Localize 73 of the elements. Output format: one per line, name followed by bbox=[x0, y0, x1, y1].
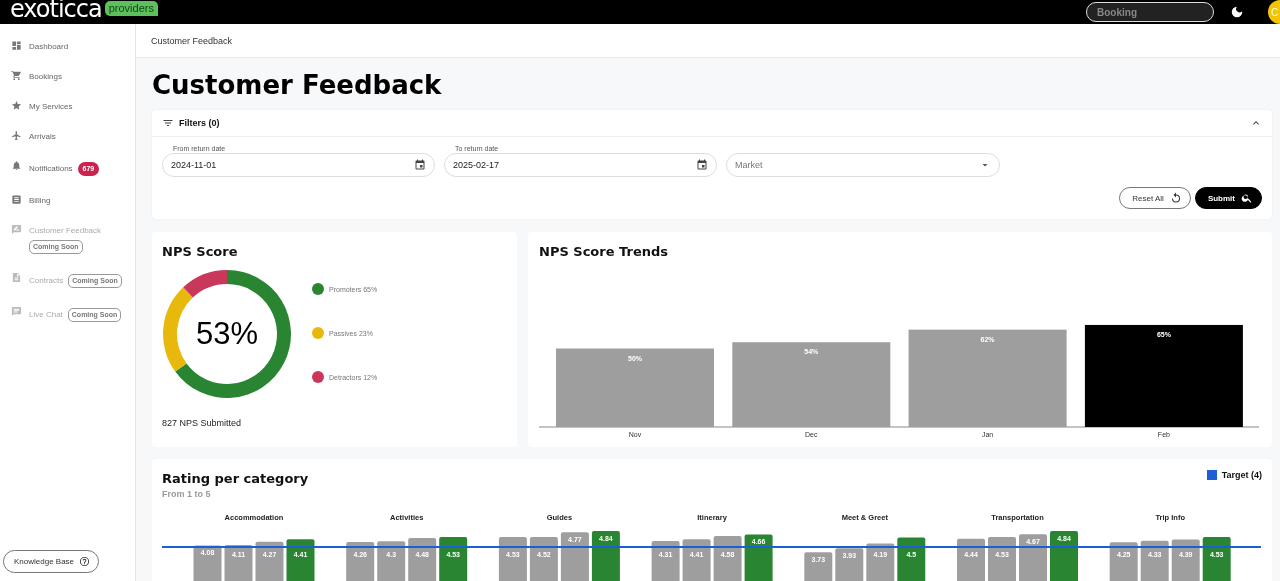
bar bbox=[988, 536, 1016, 581]
sidebar-item[interactable]: Arrivals bbox=[0, 126, 135, 148]
calendar-icon bbox=[696, 159, 708, 171]
bar bbox=[1109, 542, 1138, 581]
bar bbox=[591, 531, 620, 581]
bar bbox=[346, 542, 375, 581]
sidebar-item[interactable]: Bookings bbox=[0, 66, 135, 88]
filters-title: Filters (0) bbox=[179, 118, 220, 128]
bar bbox=[866, 543, 895, 581]
bar bbox=[286, 539, 315, 581]
bar bbox=[804, 552, 833, 581]
bar bbox=[408, 537, 437, 581]
item-label: Customer Feedback bbox=[29, 226, 102, 236]
moon-icon[interactable] bbox=[1230, 5, 1244, 19]
sidebar-item[interactable]: My Services bbox=[0, 96, 135, 118]
search-field[interactable]: Booking bbox=[1086, 2, 1214, 22]
card-title: NPS Score Trends bbox=[538, 243, 670, 261]
bar bbox=[957, 538, 985, 581]
bar bbox=[439, 536, 468, 581]
knowledge-base-button[interactable]: Knowledge Base bbox=[3, 550, 100, 573]
card-title: NPS Score bbox=[162, 244, 239, 259]
bar bbox=[377, 541, 406, 581]
bar bbox=[651, 541, 680, 581]
score-value: 53% bbox=[195, 316, 258, 352]
bar bbox=[560, 532, 589, 581]
logo-badge: providers bbox=[104, 1, 158, 16]
bar bbox=[255, 541, 284, 581]
bell-icon bbox=[11, 160, 22, 171]
bar bbox=[1050, 531, 1078, 581]
submit-button[interactable]: Submit bbox=[1194, 187, 1262, 209]
chat-icon bbox=[11, 306, 22, 317]
cart-icon bbox=[11, 70, 22, 81]
bar bbox=[713, 536, 742, 581]
star-icon bbox=[11, 100, 22, 111]
item-label: Contracts bbox=[29, 276, 64, 286]
bar bbox=[1140, 540, 1169, 581]
item-label: Billing bbox=[29, 196, 51, 206]
item-label: My Services bbox=[29, 102, 73, 112]
card-title: Rating per category bbox=[162, 471, 310, 486]
feedback-icon bbox=[11, 224, 22, 235]
card-subtitle: From 1 to 5 bbox=[162, 489, 212, 499]
submitted-count: 827 NPS Submitted bbox=[162, 418, 243, 428]
document-icon bbox=[11, 194, 22, 205]
page-title: Customer Feedback bbox=[152, 69, 443, 102]
sidebar-item[interactable]: Dashboard bbox=[0, 36, 135, 58]
legend-label: Target (4) bbox=[1221, 470, 1262, 480]
bar bbox=[224, 544, 253, 581]
bar bbox=[1171, 539, 1200, 581]
file-icon bbox=[11, 272, 22, 283]
bar bbox=[682, 539, 711, 581]
dashboard-icon bbox=[11, 40, 22, 51]
calendar-icon bbox=[414, 159, 426, 171]
bar bbox=[897, 537, 926, 581]
bar bbox=[835, 548, 864, 581]
breadcrumb[interactable]: Customer Feedback bbox=[136, 24, 1280, 58]
bar bbox=[193, 545, 222, 581]
bar bbox=[744, 534, 773, 581]
sidebar-item[interactable]: Billing bbox=[0, 190, 135, 212]
help-icon bbox=[79, 556, 91, 567]
item-label: Bookings bbox=[29, 72, 62, 82]
bar bbox=[1202, 536, 1231, 581]
filter-icon bbox=[162, 117, 174, 129]
item-label: Live Chat bbox=[29, 310, 63, 320]
airplane-icon bbox=[11, 130, 22, 141]
item-label: Notifications bbox=[29, 164, 73, 174]
bar bbox=[498, 536, 527, 581]
item-label: Dashboard bbox=[29, 42, 69, 52]
bar bbox=[529, 537, 558, 581]
reset-button[interactable]: Reset All bbox=[1119, 187, 1191, 209]
item-label: Arrivals bbox=[29, 132, 56, 142]
search-icon bbox=[1241, 192, 1253, 204]
reset-icon bbox=[1169, 192, 1182, 204]
bar bbox=[1019, 534, 1047, 581]
